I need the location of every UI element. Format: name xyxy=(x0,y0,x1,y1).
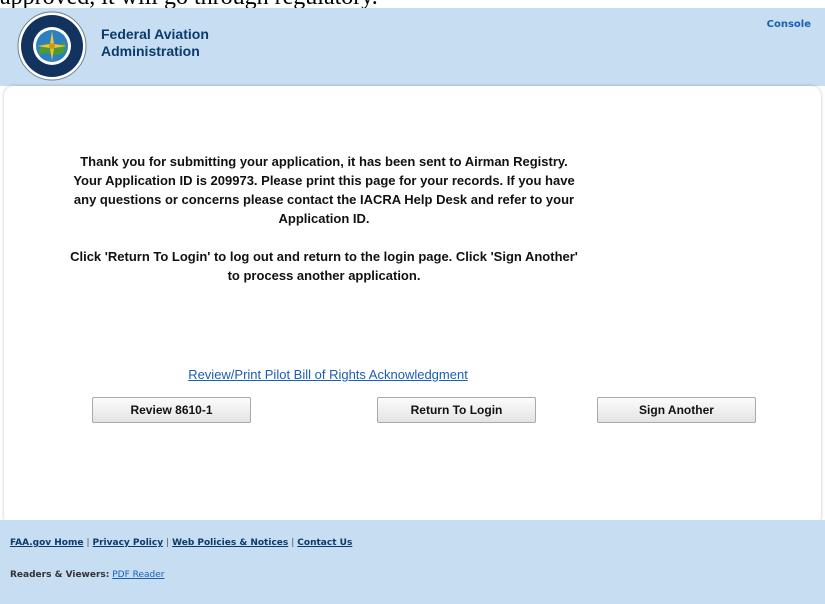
footer-separator: | xyxy=(291,538,295,548)
top-fragment-text: approved, it will go through regulatory. xyxy=(0,0,378,8)
return-to-login-button[interactable]: Return To Login xyxy=(377,397,536,423)
main-panel: Thank you for submitting your applicatio… xyxy=(4,86,821,526)
readers-viewers: Readers & Viewers: PDF Reader xyxy=(10,570,165,580)
web-policies-link[interactable]: Web Policies & Notices xyxy=(172,538,288,548)
agency-name: Federal Aviation Administration xyxy=(101,26,209,60)
instruction-text: Click 'Return To Login' to log out and r… xyxy=(70,249,578,283)
page-top-fragment: approved, it will go through regulatory. xyxy=(0,0,825,8)
sign-another-button[interactable]: Sign Another xyxy=(597,397,756,423)
console-link[interactable]: Console xyxy=(767,19,811,30)
agency-name-line1: Federal Aviation xyxy=(101,26,209,42)
site-footer: FAA.gov Home | Privacy Policy | Web Policies… xyxy=(0,520,825,604)
footer-separator: | xyxy=(86,538,90,548)
faa-home-link[interactable]: FAA.gov Home xyxy=(10,538,83,548)
privacy-policy-link[interactable]: Privacy Policy xyxy=(93,538,164,548)
faa-seal-logo[interactable] xyxy=(17,11,87,81)
readers-label: Readers & Viewers: xyxy=(10,570,110,580)
pdf-reader-link[interactable]: PDF Reader xyxy=(112,570,164,580)
confirmation-text: Thank you for submitting your applicatio… xyxy=(73,154,575,226)
site-header: Federal Aviation Administration Console xyxy=(0,8,825,86)
review-8610-1-button[interactable]: Review 8610-1 xyxy=(92,397,251,423)
contact-us-link[interactable]: Contact Us xyxy=(297,538,352,548)
footer-links: FAA.gov Home | Privacy Policy | Web Policies… xyxy=(10,538,352,548)
footer-separator: | xyxy=(166,538,170,548)
pilot-bill-of-rights-link[interactable]: Review/Print Pilot Bill of Rights Acknow… xyxy=(4,367,652,382)
agency-name-line2: Administration xyxy=(101,43,200,59)
confirmation-message: Thank you for submitting your applicatio… xyxy=(70,152,578,304)
